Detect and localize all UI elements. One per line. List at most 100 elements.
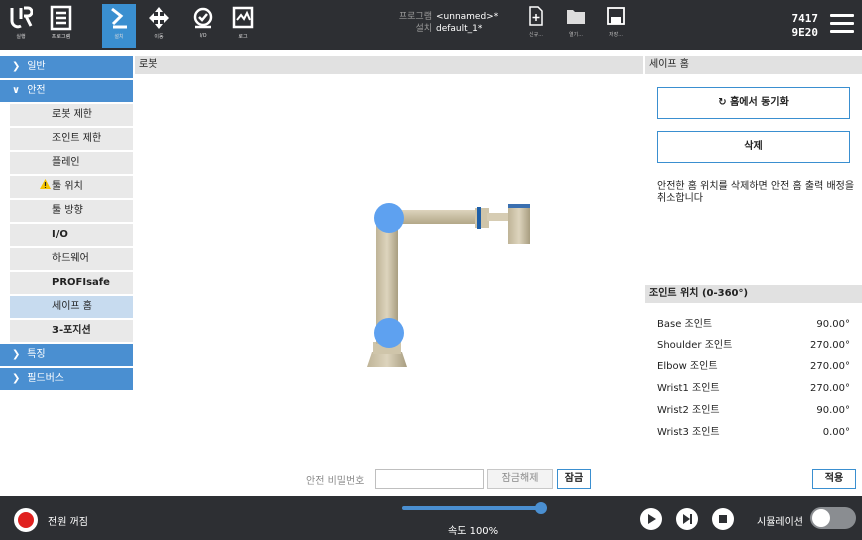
open-button-label: 열기... [569, 32, 583, 38]
view-title-bar: 로봇 [135, 56, 643, 74]
top-toolbar: 실행 프로그램 설치 이동 I/O 로그 프로그램 <unnamed>* 설치 de… [0, 0, 862, 50]
joint-name: Wrist3 조인트 [657, 427, 720, 438]
sidebar-item-profisafe[interactable]: PROFIsafe [10, 272, 133, 294]
program-tab[interactable]: 프로그램 [44, 4, 78, 48]
joint-row: Shoulder 조인트 270.00° [657, 336, 850, 356]
password-input[interactable] [375, 469, 484, 489]
ur-logo-icon [10, 6, 33, 29]
sidebar-group-general[interactable]: ❯ 일반 [0, 56, 133, 78]
sidebar-group-label: 특징 [27, 349, 46, 360]
program-info: 프로그램 <unnamed>* 설치 default_1* [396, 11, 498, 35]
sidebar-item-label: 세이프 홈 [52, 301, 92, 312]
sync-icon: ↻ [718, 97, 727, 108]
lock-button[interactable]: 잠금 [557, 469, 591, 489]
sidebar-item-io[interactable]: I/O [10, 224, 133, 246]
speed-slider-handle[interactable] [535, 502, 547, 514]
speed-slider[interactable] [402, 502, 547, 514]
sidebar-item-label: 툴 방향 [52, 205, 83, 216]
joint-name: Wrist1 조인트 [657, 383, 720, 394]
joint-value: 90.00° [816, 405, 850, 416]
log-tab[interactable]: 로그 [226, 4, 260, 48]
view-title: 로봇 [139, 59, 158, 70]
step-button[interactable] [676, 508, 698, 530]
joint-name: Wrist2 조인트 [657, 405, 720, 416]
joint-row: Base 조인트 90.00° [657, 315, 850, 335]
sidebar-item-label: 로봇 제한 [52, 109, 92, 120]
sidebar-item-hardware[interactable]: 하드웨어 [10, 248, 133, 270]
sync-from-home-button[interactable]: ↻ 홈에서 동기화 [657, 87, 850, 119]
sidebar-item-planes[interactable]: 플레인 [10, 152, 133, 174]
sidebar-item-three-position[interactable]: 3-포지션 [10, 320, 133, 342]
sidebar-item-label: PROFIsafe [52, 277, 110, 288]
simulation-toggle[interactable] [810, 507, 856, 529]
run-tab[interactable]: 실행 [4, 4, 38, 48]
joint-value: 0.00° [822, 427, 850, 438]
move-tab[interactable]: 이동 [142, 4, 176, 48]
sidebar-group-fieldbus[interactable]: ❯ 필드버스 [0, 368, 133, 390]
sidebar-item-robot-limits[interactable]: 로봇 제한 [10, 104, 133, 126]
play-button[interactable] [640, 508, 662, 530]
sidebar-group-features[interactable]: ❯ 특징 [0, 344, 133, 366]
io-icon [193, 7, 213, 29]
open-folder-icon [567, 10, 585, 24]
safe-home-panel: 세이프 홈 ↻ 홈에서 동기화 삭제 안전한 홈 위치를 삭제하면 안전 홈 출… [645, 56, 862, 438]
sidebar-item-label: 플레인 [52, 157, 80, 168]
unlock-button[interactable]: 잠금해제 [487, 469, 553, 489]
play-icon [648, 514, 656, 524]
bottom-bar: 전원 꺼짐 속도 100% 시뮬레이션 [0, 496, 862, 540]
step-icon [683, 514, 692, 524]
program-name: <unnamed>* [436, 12, 499, 22]
chevron-right-icon: ❯ [12, 373, 21, 384]
sidebar-item-joint-limits[interactable]: 조인트 제한 [10, 128, 133, 150]
sidebar-group-label: 안전 [27, 85, 46, 96]
move-tab-label: 이동 [154, 34, 164, 40]
warning-icon [40, 176, 52, 198]
io-tab[interactable]: I/O [186, 4, 220, 48]
speed-label: 속도 100% [448, 526, 499, 537]
sidebar-group-label: 일반 [27, 61, 46, 72]
apply-button[interactable]: 적용 [812, 469, 856, 489]
joint-name: Elbow 조인트 [657, 361, 718, 372]
new-button[interactable]: 신규... [524, 6, 548, 38]
sidebar-item-safe-home[interactable]: 세이프 홈 [10, 296, 133, 318]
new-button-label: 신규... [529, 32, 543, 38]
sidebar-group-safety[interactable]: ∨ 안전 [0, 80, 133, 102]
sidebar-item-tool-direction[interactable]: 툴 방향 [10, 200, 133, 222]
panel-title: 세이프 홈 [645, 56, 862, 74]
power-button[interactable] [14, 508, 38, 532]
chevron-right-icon: ❯ [12, 61, 21, 72]
program-icon [50, 5, 72, 31]
joint-row: Wrist2 조인트 90.00° [657, 401, 850, 421]
serial-line-1: 7417 [791, 12, 819, 25]
joint-row: Wrist3 조인트 0.00° [657, 423, 850, 443]
save-button-label: 저장... [609, 32, 623, 38]
joint-name: Shoulder 조인트 [657, 340, 733, 351]
installation-tab-label: 설치 [114, 34, 124, 40]
open-button[interactable]: 열기... [564, 6, 588, 38]
io-tab-label: I/O [199, 33, 207, 39]
installation-icon [111, 7, 127, 29]
chevron-right-icon: ❯ [12, 349, 21, 360]
sidebar-group-label: 필드버스 [27, 373, 64, 384]
stop-icon [719, 515, 727, 523]
robot-3d-view[interactable] [135, 74, 643, 462]
installation-tab[interactable]: 설치 [102, 4, 136, 48]
serial-line-2: 9E20 [791, 26, 819, 39]
log-tab-label: 로그 [238, 34, 248, 40]
password-label: 안전 비밀번호 [306, 476, 365, 487]
save-button[interactable]: 저장... [604, 6, 628, 38]
toggle-knob [812, 509, 830, 527]
sidebar-item-label: 하드웨어 [52, 253, 89, 264]
delete-button[interactable]: 삭제 [657, 131, 850, 163]
menu-icon[interactable] [830, 14, 854, 34]
power-label: 전원 꺼짐 [48, 517, 88, 528]
robot-arm-model [367, 203, 530, 367]
install-key: 설치 [415, 24, 432, 34]
stop-button[interactable] [712, 508, 734, 530]
joint-value: 270.00° [810, 340, 850, 351]
save-icon [607, 7, 625, 25]
sidebar-item-tool-position[interactable]: 툴 위치 [10, 176, 133, 198]
move-icon [149, 7, 169, 29]
serial-number: 7417 9E20 [792, 12, 819, 40]
sidebar-item-label: 조인트 제한 [52, 133, 102, 144]
